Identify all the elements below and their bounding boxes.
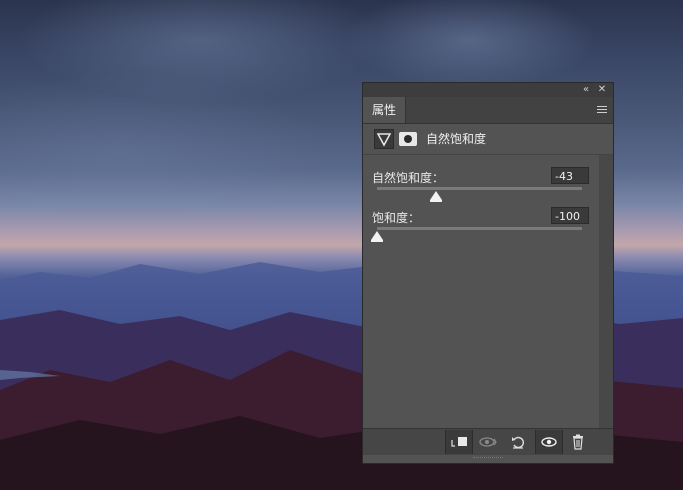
- vibrance-triangle-icon[interactable]: [374, 129, 394, 149]
- trash-icon: [573, 434, 583, 450]
- vibrance-slider-thumb[interactable]: [430, 191, 443, 202]
- panel-bottom-toolbar: [363, 428, 613, 455]
- reset-icon: [512, 436, 524, 449]
- saturation-slider-track[interactable]: [377, 227, 582, 230]
- saturation-label: 饱和度：: [372, 211, 421, 225]
- adjustment-title: 自然饱和度: [426, 132, 487, 146]
- panel-tab-bar: 属性: [363, 97, 613, 124]
- toggle-visibility-button[interactable]: [535, 430, 563, 454]
- delete-button[interactable]: [565, 430, 591, 454]
- clip-to-layer-button[interactable]: [445, 430, 473, 454]
- vibrance-slider-track[interactable]: [377, 187, 582, 190]
- adjustment-header: 自然饱和度: [363, 124, 613, 155]
- vibrance-label: 自然饱和度：: [372, 171, 445, 185]
- panel-resize-grip[interactable]: [473, 457, 503, 461]
- saturation-slider-thumb[interactable]: [371, 231, 383, 242]
- panel-menu-icon[interactable]: [597, 106, 607, 114]
- properties-panel: « ✕ 属性 自然饱和度 自然饱和度： -43 饱和度： -100: [362, 82, 614, 464]
- vibrance-value-input[interactable]: -43: [551, 167, 589, 184]
- panel-title-bar: « ✕: [363, 83, 613, 97]
- saturation-value-input[interactable]: -100: [551, 207, 589, 224]
- clip-icon: [451, 436, 467, 447]
- adjustment-controls: 自然饱和度： -43 饱和度： -100: [363, 155, 599, 429]
- eye-icon: [541, 436, 557, 447]
- tab-properties[interactable]: 属性: [363, 97, 407, 123]
- double-chevron-left-icon[interactable]: «: [579, 83, 593, 97]
- view-previous-state-button[interactable]: [475, 430, 501, 454]
- eye-previous-icon: [479, 436, 497, 447]
- panel-scrollbar[interactable]: [599, 155, 613, 429]
- reset-button[interactable]: [505, 430, 531, 454]
- close-icon[interactable]: ✕: [595, 83, 609, 97]
- layer-mask-icon[interactable]: [399, 132, 417, 146]
